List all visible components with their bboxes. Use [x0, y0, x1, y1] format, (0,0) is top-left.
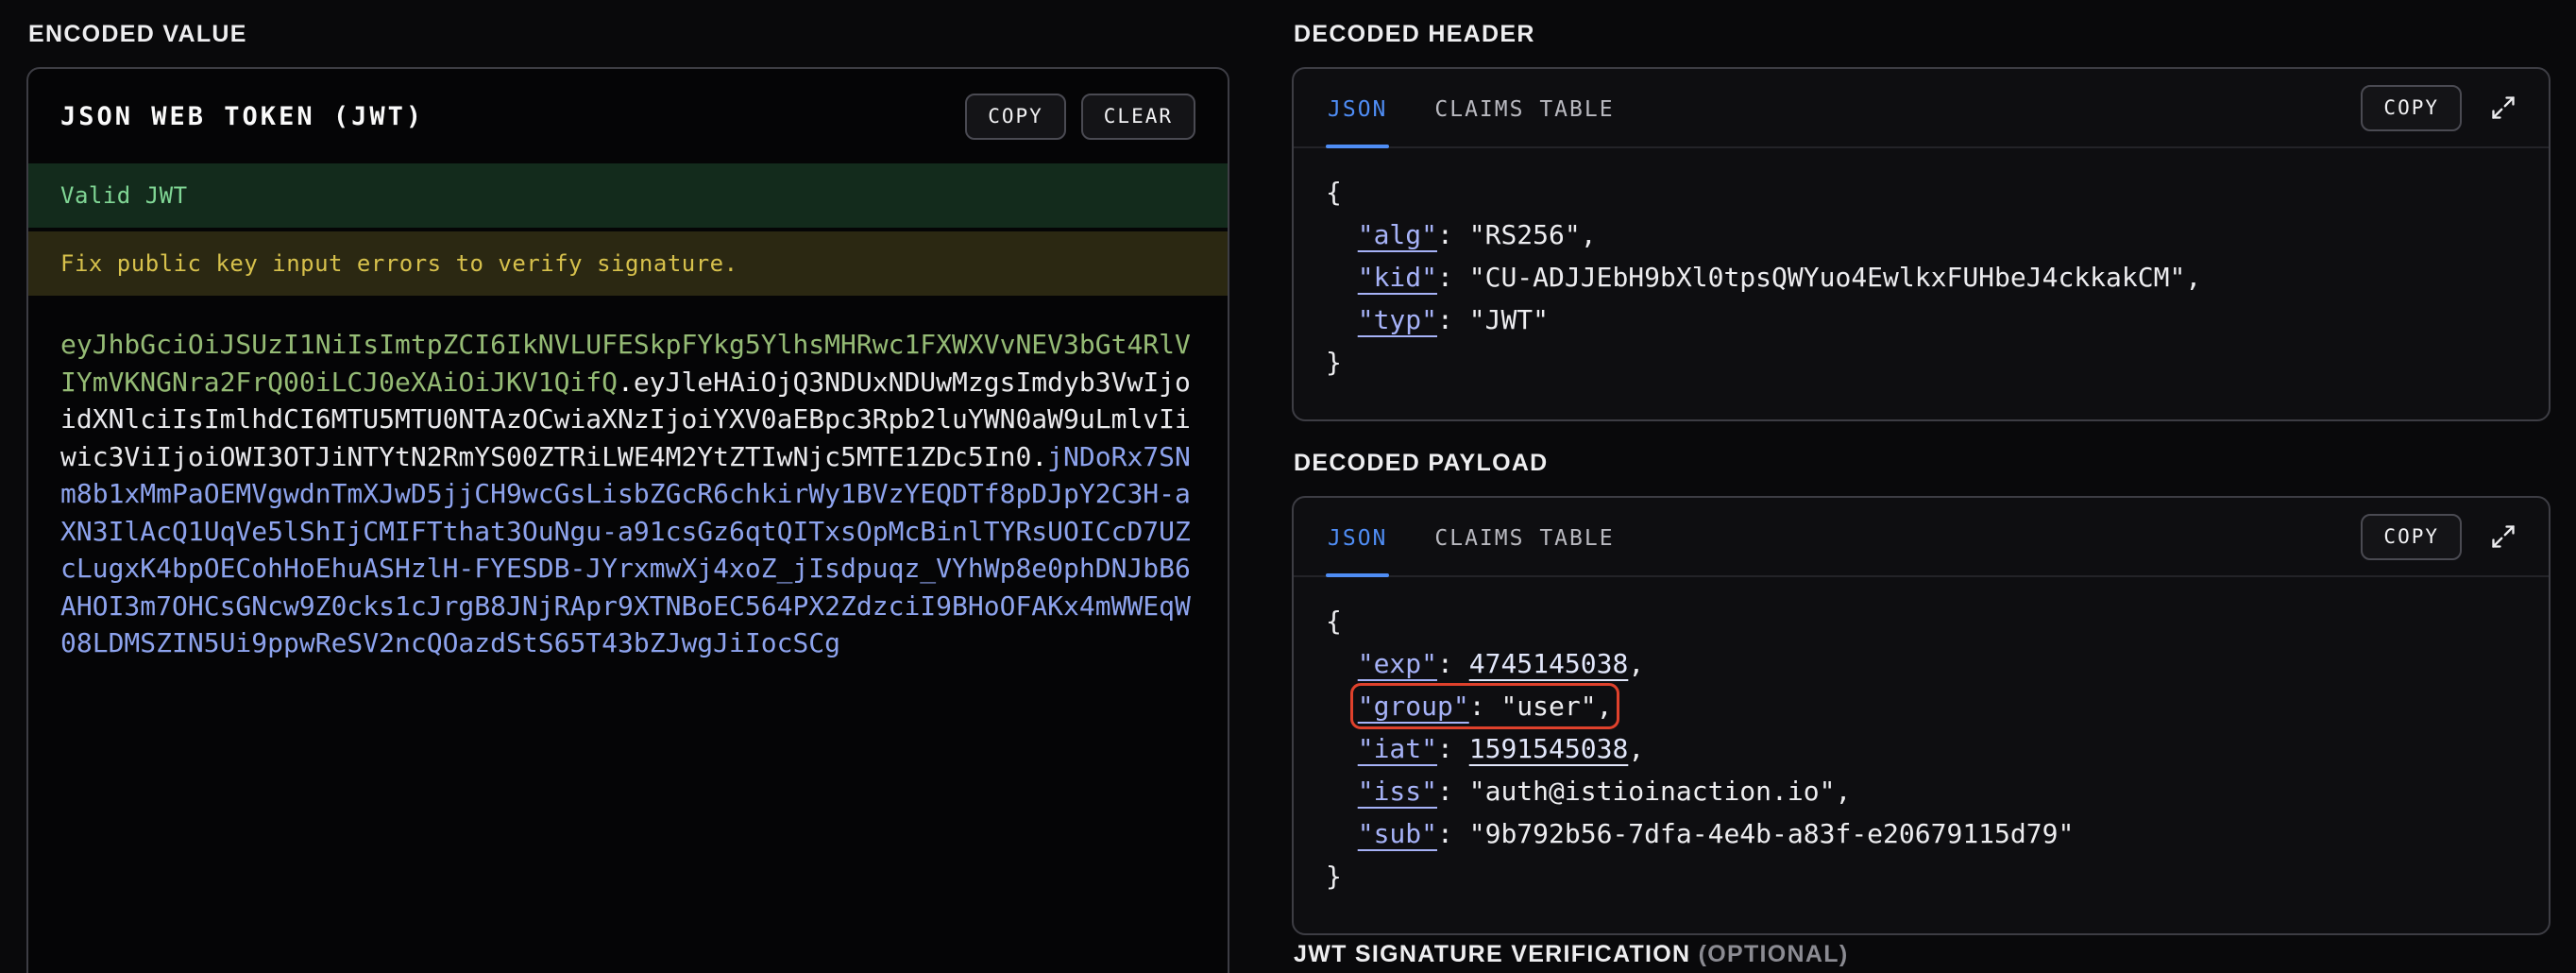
jwt-separator-dot: . [618, 366, 634, 398]
tab-claims-table-payload[interactable]: CLAIMS TABLE [1432, 498, 1616, 575]
json-key: "kid" [1357, 262, 1438, 293]
clear-token-button[interactable]: CLEAR [1080, 93, 1195, 140]
json-close-brace: } [1326, 861, 1342, 892]
tab-claims-table-header[interactable]: CLAIMS TABLE [1432, 69, 1616, 146]
json-key: "sub" [1357, 818, 1438, 849]
json-value: "auth@istioinaction.io" [1468, 776, 1836, 807]
decoded-header-actions: COPY [2361, 84, 2517, 131]
json-open-brace: { [1326, 606, 1342, 637]
json-value: "9b792b56-7dfa-4e4b-a83f-e20679115d79" [1468, 818, 2075, 849]
json-key: "typ" [1357, 304, 1438, 335]
claim: "exp": 4745145038, [1357, 648, 1645, 679]
json-value: 4745145038 [1468, 648, 1629, 679]
jwt-separator-dot: . [1031, 440, 1048, 472]
copy-token-button[interactable]: COPY [965, 93, 1066, 140]
decoded-payload-section-title: DECODED PAYLOAD [1294, 450, 1549, 476]
json-value: "RS256" [1468, 219, 1581, 250]
json-key: "group" [1357, 691, 1469, 722]
json-claim-row: "exp": 4745145038, [1326, 642, 2517, 685]
copy-header-button[interactable]: COPY [2361, 84, 2462, 131]
decoded-payload-card: JSON CLAIMS TABLE COPY { "exp": 47451450… [1292, 496, 2551, 935]
claim: "iss": "auth@istioinaction.io", [1357, 776, 1852, 807]
json-claim-row: "typ": "JWT" [1326, 299, 2517, 341]
encoded-section: ENCODED VALUE JSON WEB TOKEN (JWT) COPY … [26, 15, 1229, 973]
json-close-brace: } [1326, 347, 1342, 378]
claim: "kid": "CU-ADJJEbH9bXl0tpsQWYuo4EwlkxFUH… [1357, 262, 2202, 293]
jwt-debugger-page: { "colors": { "accent_blue": "#4f8df5", … [0, 0, 2576, 973]
signature-section-title: JWT SIGNATURE VERIFICATION (OPTIONAL) [1294, 941, 2551, 968]
json-key: "iat" [1357, 733, 1438, 764]
json-claim-row: "sub": "9b792b56-7dfa-4e4b-a83f-e2067911… [1326, 812, 2517, 855]
expand-header-icon[interactable] [2490, 94, 2517, 121]
encoded-card-actions: COPY CLEAR [965, 93, 1195, 140]
valid-jwt-banner: Valid JWT [28, 163, 1228, 228]
json-value: "JWT" [1468, 304, 1550, 335]
page-layout: ENCODED VALUE JSON WEB TOKEN (JWT) COPY … [0, 0, 2576, 973]
encoded-card: JSON WEB TOKEN (JWT) COPY CLEAR Valid JW… [26, 67, 1229, 973]
decoded-header-tab-row: JSON CLAIMS TABLE COPY [1294, 69, 2549, 148]
tab-json-header[interactable]: JSON [1326, 69, 1390, 148]
encoded-card-header: JSON WEB TOKEN (JWT) COPY CLEAR [28, 69, 1228, 163]
decoded-header-tabs: JSON CLAIMS TABLE [1326, 69, 1617, 148]
claim: "sub": "9b792b56-7dfa-4e4b-a83f-e2067911… [1357, 818, 2075, 849]
json-value: 1591545038 [1468, 733, 1629, 764]
signature-warning-banner: Fix public key input errors to verify si… [28, 231, 1228, 296]
jwt-signature-segment: jNDoRx7SNm8b1xMmPaOEMVgwdnTmXJwD5jjCH9wc… [60, 440, 1191, 659]
claim: "iat": 1591545038, [1357, 733, 1645, 764]
encoded-card-title: JSON WEB TOKEN (JWT) [60, 101, 425, 131]
decoded-payload-actions: COPY [2361, 513, 2517, 560]
expand-payload-icon[interactable] [2490, 523, 2517, 550]
encoded-section-title: ENCODED VALUE [28, 21, 247, 47]
json-key: "exp" [1357, 648, 1438, 679]
claim: "alg": "RS256", [1357, 219, 1597, 250]
signature-title-text: JWT SIGNATURE VERIFICATION [1294, 941, 1691, 967]
payload-json: { "exp": 4745145038, "group": "user", "i… [1294, 577, 2549, 933]
json-claim-row: "group": "user", [1326, 683, 2517, 729]
json-open-brace: { [1326, 177, 1342, 208]
json-claim-row: "iss": "auth@istioinaction.io", [1326, 770, 2517, 812]
jwt-token-input[interactable]: eyJhbGciOiJSUzI1NiIsImtpZCI6IkNVLUFESkpF… [28, 296, 1228, 692]
signature-optional-label: (OPTIONAL) [1698, 941, 1849, 967]
json-value: "user" [1500, 691, 1597, 722]
json-claim-row: "kid": "CU-ADJJEbH9bXl0tpsQWYuo4EwlkxFUH… [1326, 256, 2517, 299]
json-key: "alg" [1357, 219, 1438, 250]
decoded-header-card: JSON CLAIMS TABLE COPY { "alg": "RS256",… [1292, 67, 2551, 421]
highlighted-claim: "group": "user", [1349, 683, 1620, 729]
header-json: { "alg": "RS256", "kid": "CU-ADJJEbH9bXl… [1294, 148, 2549, 419]
tab-json-payload[interactable]: JSON [1326, 498, 1390, 577]
decoded-payload-tab-row: JSON CLAIMS TABLE COPY [1294, 498, 2549, 577]
decoded-section: DECODED HEADER JSON CLAIMS TABLE COPY { … [1292, 15, 2551, 973]
json-value: "CU-ADJJEbH9bXl0tpsQWYuo4EwlkxFUHbeJ4ckk… [1468, 262, 2186, 293]
claim: "typ": "JWT" [1357, 304, 1550, 335]
decoded-payload-tabs: JSON CLAIMS TABLE [1326, 498, 1617, 577]
json-key: "iss" [1357, 776, 1438, 807]
json-claim-row: "iat": 1591545038, [1326, 727, 2517, 770]
decoded-header-section-title: DECODED HEADER [1294, 21, 1535, 47]
copy-payload-button[interactable]: COPY [2361, 513, 2462, 560]
json-claim-row: "alg": "RS256", [1326, 213, 2517, 256]
